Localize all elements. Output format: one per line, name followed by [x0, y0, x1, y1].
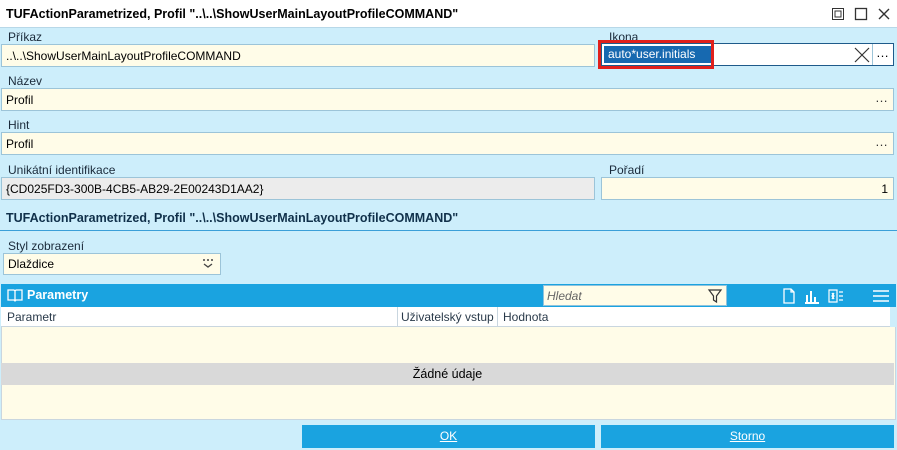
empty-message: Žádné údaje: [1, 363, 894, 385]
styl-value: Dlaždice: [8, 257, 55, 271]
cancel-button[interactable]: Storno: [601, 425, 894, 448]
ok-button[interactable]: OK: [302, 425, 595, 448]
column-uzivatelsky-vstup[interactable]: Uživatelský vstup: [401, 310, 494, 324]
column-divider: [397, 307, 398, 327]
prikaz-field[interactable]: ..\..\ShowUserMainLayoutProfileCOMMAND: [1, 44, 595, 67]
unikatni-label: Unikátní identifikace: [8, 163, 116, 177]
column-hodnota[interactable]: Hodnota: [503, 310, 548, 324]
section-divider: [0, 230, 897, 231]
ikona-browse-icon[interactable]: …: [876, 45, 889, 60]
styl-label: Styl zobrazení: [8, 239, 85, 253]
nazev-label: Název: [8, 74, 43, 88]
prikaz-label: Příkaz: [8, 30, 43, 44]
nazev-browse-icon[interactable]: …: [875, 90, 888, 105]
search-input[interactable]: Hledat: [543, 285, 727, 306]
restore-window-icon[interactable]: [828, 5, 848, 23]
title-bar: TUFActionParametrized, Profil "..\..\Sho…: [0, 0, 897, 28]
section-title: TUFActionParametrized, Profil "..\..\Sho…: [6, 211, 459, 225]
new-document-icon[interactable]: [779, 286, 799, 306]
grid-header: Parametr Uživatelský vstup Hodnota: [1, 307, 890, 327]
column-parametr[interactable]: Parametr: [7, 310, 56, 324]
unikatni-value: {CD025FD3-300B-4CB5-AB29-2E00243D1AA2}: [6, 182, 264, 196]
filter-icon[interactable]: [707, 288, 723, 304]
parametry-toolbar: Parametry Hledat: [1, 284, 896, 307]
window-title: TUFActionParametrized, Profil "..\..\Sho…: [6, 7, 459, 21]
highlight-box: [598, 40, 714, 69]
styl-select[interactable]: Dlaždice: [3, 253, 221, 275]
nazev-value: Profil: [6, 93, 34, 107]
close-button[interactable]: [874, 5, 894, 23]
parametry-title: Parametry: [27, 288, 89, 302]
book-icon: [7, 289, 23, 302]
ikona-field[interactable]: auto*user.initials …: [598, 40, 894, 69]
poradi-field[interactable]: 1: [601, 177, 894, 200]
hint-browse-icon[interactable]: …: [875, 134, 888, 149]
clear-icon[interactable]: [853, 46, 871, 64]
hint-field[interactable]: Profil …: [1, 132, 894, 155]
chevron-down-icon: [201, 256, 215, 273]
export-icon[interactable]: [826, 286, 846, 306]
ikona-separator: [872, 44, 873, 65]
unikatni-field: {CD025FD3-300B-4CB5-AB29-2E00243D1AA2}: [1, 177, 595, 200]
column-divider: [497, 307, 498, 327]
prikaz-value: ..\..\ShowUserMainLayoutProfileCOMMAND: [6, 49, 241, 63]
search-placeholder: Hledat: [547, 289, 582, 303]
chart-icon[interactable]: [802, 286, 822, 306]
nazev-field[interactable]: Profil …: [1, 88, 894, 111]
hint-label: Hint: [8, 118, 30, 132]
maximize-button[interactable]: [851, 5, 871, 23]
poradi-label: Pořadí: [609, 163, 645, 177]
poradi-value: 1: [881, 182, 888, 196]
hint-value: Profil: [6, 137, 34, 151]
menu-icon[interactable]: [871, 286, 891, 306]
